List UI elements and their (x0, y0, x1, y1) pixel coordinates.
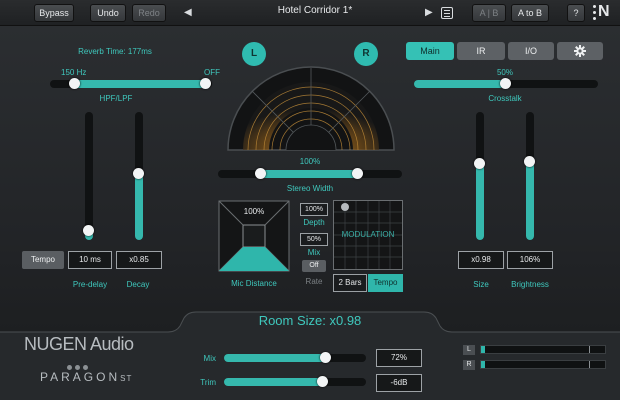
decay-handle[interactable] (133, 168, 144, 179)
next-preset-icon[interactable]: ▶ (425, 6, 433, 20)
hpf-lpf-range (74, 80, 206, 88)
a-to-b-button[interactable]: A to B (511, 4, 549, 22)
predelay-slider[interactable] (83, 112, 94, 240)
stereo-width-value: 100% (299, 157, 321, 166)
predelay-value-box[interactable]: 10 ms (68, 251, 112, 269)
size-fill (476, 163, 484, 240)
trim-handle[interactable] (317, 376, 328, 387)
predelay-tempo-button[interactable]: Tempo (22, 251, 64, 269)
brightness-slider[interactable] (524, 112, 535, 240)
brightness-handle[interactable] (524, 156, 535, 167)
brightness-value-box[interactable]: 106% (507, 251, 553, 269)
hpf-lpf-slider[interactable] (50, 78, 212, 89)
product-logo: PARAGONST (40, 370, 132, 384)
rate-tempo-button[interactable]: Tempo (368, 274, 403, 292)
tab-ir[interactable]: IR (457, 42, 505, 60)
trim-slider[interactable] (224, 376, 366, 387)
brand-logo: NUGEN Audio (24, 334, 134, 354)
output-mix-label: Mix (203, 354, 216, 363)
reverb-time-readout: Reverb Time: 177ms (78, 47, 152, 56)
ab-a-label: A (479, 8, 486, 18)
tab-main[interactable]: Main (406, 42, 454, 60)
brightness-fill (526, 161, 534, 240)
crosstalk-value: 50% (496, 68, 513, 77)
decay-fill (135, 173, 143, 240)
crosstalk-handle[interactable] (500, 78, 511, 89)
size-value-box[interactable]: x0.98 (458, 251, 504, 269)
meter-left (480, 345, 606, 354)
preset-list-icon[interactable] (441, 7, 453, 19)
settings-button[interactable] (557, 42, 603, 60)
crosstalk-label: Crosstalk (488, 94, 522, 103)
mic-distance-value: 100% (243, 207, 265, 216)
previous-preset-icon[interactable]: ◀ (184, 6, 192, 20)
decay-value-box[interactable]: x0.85 (116, 251, 162, 269)
meter-left-fill (481, 346, 485, 353)
help-button[interactable]: ? (567, 4, 585, 22)
meter-right (480, 360, 606, 369)
hpf-value: 150 Hz (61, 68, 87, 77)
size-slider[interactable] (474, 112, 485, 240)
lpf-handle[interactable] (200, 78, 211, 89)
size-handle[interactable] (474, 158, 485, 169)
trim-label: Trim (200, 378, 216, 387)
meter-right-label: R (463, 360, 475, 370)
preset-name[interactable]: Hotel Corridor 1* (240, 5, 390, 16)
output-mix-fill (224, 354, 326, 362)
mix-value-box[interactable]: 50% (300, 233, 328, 246)
mic-distance-label: Mic Distance (231, 279, 277, 288)
hpf-lpf-label: HPF/LPF (99, 94, 133, 103)
left-channel-button[interactable]: L (242, 42, 266, 66)
product-name: PARAGON (40, 370, 121, 384)
nugen-logo-icon: N (592, 3, 614, 23)
stereo-width-left-handle[interactable] (255, 168, 266, 179)
rate-label: Rate (305, 277, 323, 286)
rate-value-box[interactable]: 2 Bars (333, 274, 367, 292)
meter-right-fill (481, 361, 485, 368)
decay-slider[interactable] (133, 112, 144, 240)
modulation-off-button[interactable]: Off (302, 260, 326, 272)
predelay-handle[interactable] (83, 225, 94, 236)
modulation-label: MODULATION (341, 230, 395, 239)
right-channel-button[interactable]: R (354, 42, 378, 66)
top-bar: Bypass Undo Redo ◀ Hotel Corridor 1* ▶ A… (0, 0, 620, 26)
room-size-readout: Room Size: x0.98 (258, 313, 362, 328)
ab-b-label: B (492, 8, 499, 18)
depth-value-box[interactable]: 100% (300, 203, 328, 216)
output-mix-handle[interactable] (320, 352, 331, 363)
stereo-width-range (260, 170, 358, 178)
brightness-label: Brightness (511, 280, 549, 289)
logo-letter: N (598, 3, 610, 20)
product-suffix: ST (120, 374, 133, 383)
decay-label: Decay (126, 280, 150, 289)
bypass-button[interactable]: Bypass (34, 4, 74, 22)
trim-value-box[interactable]: -6dB (376, 374, 422, 392)
depth-label: Depth (303, 218, 325, 227)
lpf-value: OFF (204, 68, 220, 77)
ab-toggle-button[interactable]: A | B (472, 4, 506, 22)
modulation-xy-pad[interactable]: MODULATION (333, 200, 403, 270)
undo-button[interactable]: Undo (90, 4, 126, 22)
size-label: Size (473, 280, 489, 289)
stereo-field-display (227, 66, 395, 151)
meter-left-label: L (463, 345, 475, 355)
redo-button[interactable]: Redo (132, 4, 166, 22)
stereo-width-slider[interactable] (218, 168, 402, 179)
hpf-handle[interactable] (69, 78, 80, 89)
stereo-width-right-handle[interactable] (352, 168, 363, 179)
trim-fill (224, 378, 323, 386)
crosstalk-fill (414, 80, 504, 88)
tab-io[interactable]: I/O (508, 42, 554, 60)
output-mix-value-box[interactable]: 72% (376, 349, 422, 367)
mix-label: Mix (307, 248, 321, 257)
output-mix-slider[interactable] (224, 352, 366, 363)
stereo-width-label: Stereo Width (286, 184, 334, 193)
gear-icon (574, 45, 586, 57)
crosstalk-slider[interactable] (414, 78, 598, 89)
